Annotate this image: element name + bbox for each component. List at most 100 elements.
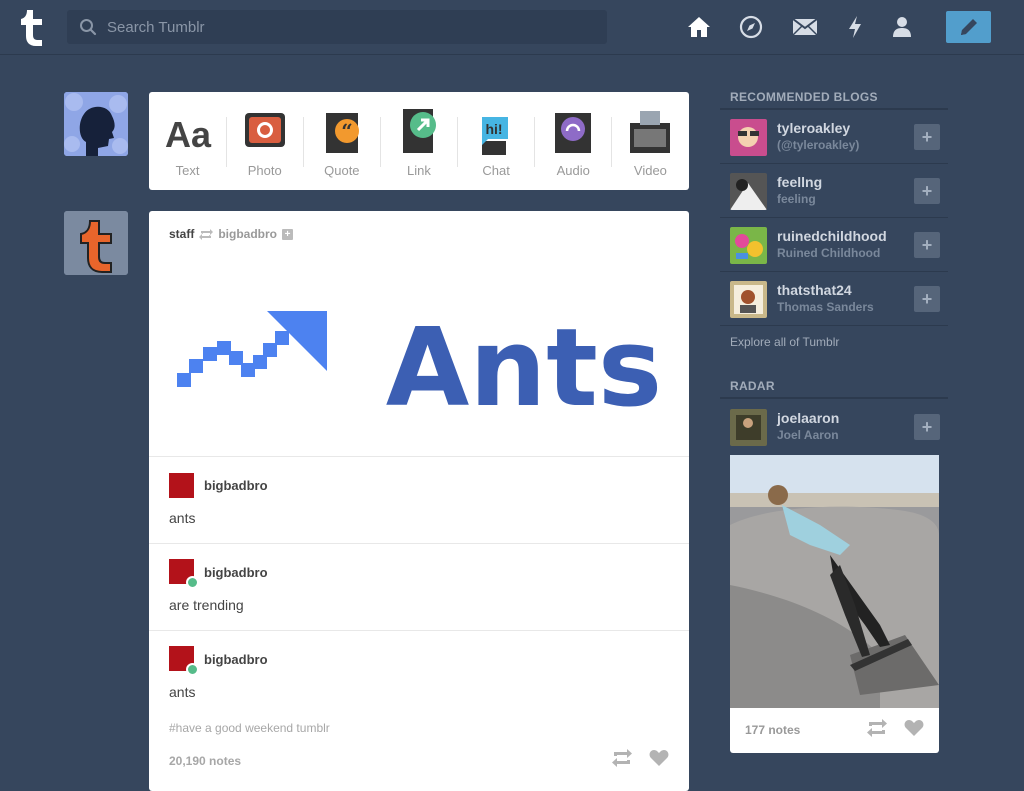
blog-avatar[interactable]	[730, 227, 767, 264]
reply-avatar[interactable]	[169, 646, 199, 676]
explore-tumblr-link[interactable]: Explore all of Tumblr	[730, 335, 839, 349]
blog-avatar[interactable]	[730, 281, 767, 318]
sidebar-rule	[720, 397, 948, 399]
svg-text:“: “	[341, 119, 353, 143]
reply-avatar[interactable]	[169, 473, 194, 498]
radar-notes-count[interactable]: 177 notes	[745, 723, 800, 737]
follow-plus-icon[interactable]: +	[282, 228, 294, 240]
follow-plus-button[interactable]: +	[914, 286, 940, 312]
post-quote-label: Quote	[324, 163, 360, 178]
compose-button[interactable]	[946, 11, 991, 43]
recommended-blog-row[interactable]: thatsthat24 Thomas Sanders +	[720, 272, 948, 326]
blog-name[interactable]: ruinedchildhood	[777, 228, 887, 244]
recommended-blog-row[interactable]: tyleroakley (@tyleroakley) +	[720, 110, 948, 164]
post-video-label: Video	[633, 163, 667, 178]
recommended-blog-row[interactable]: ruinedchildhood Ruined Childhood +	[720, 218, 948, 272]
radar-blog-name[interactable]: joelaaron	[777, 410, 839, 426]
blog-name[interactable]: thatsthat24	[777, 282, 852, 298]
blog-subtitle: feeling	[777, 192, 816, 206]
like-heart-icon[interactable]	[649, 749, 669, 767]
reblogged-from[interactable]: bigbadbro	[218, 227, 277, 241]
radar-blog-row[interactable]: joelaaron Joel Aaron +	[720, 400, 948, 454]
post-type-bar: Aa Text Photo “ Quote Link hi! Chat Audi…	[149, 92, 689, 190]
follow-plus-button[interactable]: +	[914, 414, 940, 440]
reblog-small-icon	[199, 228, 214, 240]
reply-author[interactable]: bigbadbro	[204, 565, 268, 580]
dashboard-post: staff bigbadbro + Ants bigbadbro ants bi…	[149, 211, 689, 791]
recommended-blogs-title: RECOMMENDED BLOGS	[730, 90, 878, 104]
post-quote-button[interactable]: “ Quote	[302, 101, 373, 181]
post-text-label: Text	[175, 163, 200, 178]
svg-text:hi!: hi!	[486, 121, 503, 137]
reply-text: are trending	[169, 597, 244, 613]
reply-text: ants	[169, 684, 196, 700]
post-link-button[interactable]: Link	[379, 101, 450, 181]
video-icon	[630, 111, 671, 153]
post-link-label: Link	[407, 163, 431, 178]
search-input[interactable]	[105, 17, 589, 37]
reply-avatar[interactable]	[169, 559, 199, 589]
tumblr-logo-icon[interactable]	[18, 7, 48, 47]
blog-subtitle: Thomas Sanders	[777, 300, 874, 314]
radar-blog-avatar[interactable]	[730, 409, 767, 446]
post-actions	[611, 749, 669, 767]
post-video-button[interactable]: Video	[611, 101, 681, 181]
post-notes-count[interactable]: 20,190 notes	[169, 754, 241, 768]
post-photo-button[interactable]: Photo	[225, 101, 296, 181]
quote-icon: “	[325, 113, 359, 153]
post-photo-label: Photo	[247, 163, 282, 178]
blog-avatar[interactable]	[730, 119, 767, 156]
post-divider	[149, 456, 689, 457]
top-nav-bar	[0, 0, 1024, 55]
reply-author[interactable]: bigbadbro	[204, 652, 268, 667]
post-image-text: Ants	[386, 306, 662, 431]
radar-title: RADAR	[730, 379, 775, 393]
search-icon	[80, 19, 97, 36]
post-chat-label: Chat	[482, 163, 510, 178]
staff-avatar[interactable]	[64, 211, 128, 275]
user-avatar[interactable]	[64, 92, 128, 156]
post-chat-button[interactable]: hi! Chat	[457, 101, 527, 181]
reply-text: ants	[169, 510, 196, 526]
reply-author[interactable]: bigbadbro	[204, 478, 268, 493]
post-header: staff bigbadbro +	[169, 227, 294, 241]
search-bar[interactable]	[67, 10, 607, 44]
reblog-icon[interactable]	[866, 719, 888, 737]
post-image[interactable]: Ants	[149, 255, 689, 455]
link-icon	[402, 109, 436, 153]
trending-arrow-icon	[177, 311, 327, 387]
photo-icon	[244, 113, 285, 147]
activity-icon[interactable]	[842, 14, 868, 40]
blog-name[interactable]: feellng	[777, 174, 822, 190]
blog-subtitle: Ruined Childhood	[777, 246, 881, 260]
inbox-icon[interactable]	[792, 14, 818, 40]
follow-plus-button[interactable]: +	[914, 232, 940, 258]
post-audio-button[interactable]: Audio	[534, 101, 604, 181]
blog-avatar[interactable]	[730, 173, 767, 210]
account-icon[interactable]	[889, 14, 915, 40]
blog-name[interactable]: tyleroakley	[777, 120, 850, 136]
blog-subtitle: (@tyleroakley)	[777, 138, 860, 152]
post-audio-label: Audio	[556, 163, 590, 178]
follow-plus-button[interactable]: +	[914, 124, 940, 150]
radar-post-card[interactable]: 177 notes	[730, 455, 939, 753]
recommended-blog-row[interactable]: feellng feeling +	[720, 164, 948, 218]
post-divider	[149, 543, 689, 544]
radar-photo[interactable]	[730, 455, 939, 708]
post-text-button[interactable]: Aa Text	[157, 101, 219, 181]
post-divider	[149, 630, 689, 631]
post-author[interactable]: staff	[169, 227, 194, 241]
radar-blog-subtitle: Joel Aaron	[777, 428, 839, 442]
radar-post-actions	[866, 719, 924, 737]
text-icon: Aa	[165, 114, 212, 155]
like-heart-icon[interactable]	[904, 719, 924, 737]
audio-icon	[555, 113, 592, 153]
pencil-icon	[960, 19, 977, 35]
follow-plus-button[interactable]: +	[914, 178, 940, 204]
reblog-icon[interactable]	[611, 749, 633, 767]
explore-icon[interactable]	[738, 14, 764, 40]
home-icon[interactable]	[686, 14, 712, 40]
chat-icon: hi!	[482, 117, 509, 155]
reblog-badge-icon	[186, 576, 199, 589]
post-tags[interactable]: #have a good weekend tumblr	[169, 721, 330, 735]
